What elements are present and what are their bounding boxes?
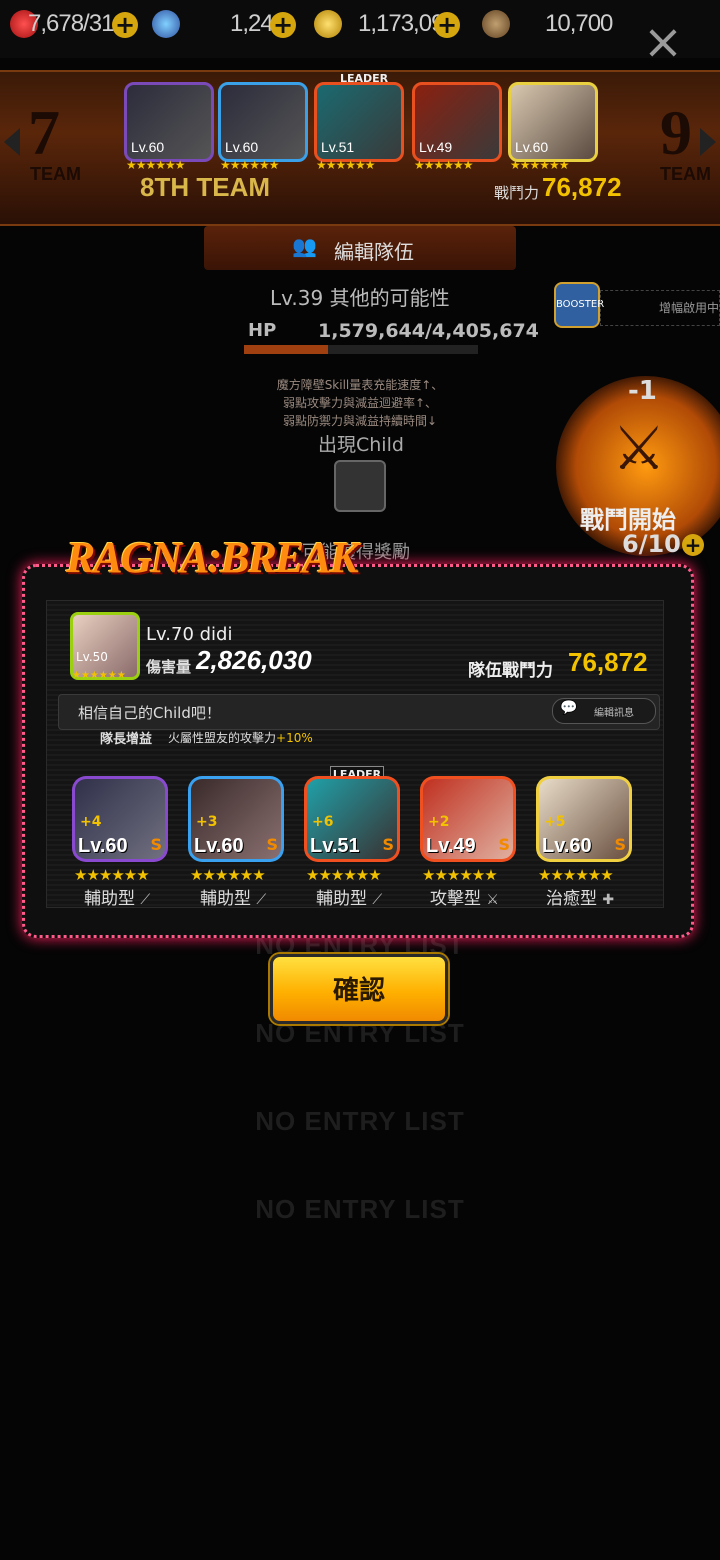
speech-bubble-icon: 💬 xyxy=(560,700,578,716)
leader-buff-desc: 火屬性盟友的攻擊力+10% xyxy=(168,731,313,745)
team-power-label: 隊伍戰鬥力 xyxy=(468,661,553,681)
team-member-stars: ★★★★★★ xyxy=(414,158,474,172)
team-members-icon: 👥 xyxy=(292,234,317,258)
player-name: Lv.70 didi xyxy=(146,624,233,645)
boss-skill-line: 弱點攻擊力與減益迴避率↑、 xyxy=(282,396,438,410)
wing-icon: ⟋ xyxy=(140,892,151,908)
wing-icon: ⟋ xyxy=(372,892,383,908)
party-member-type: 輔助型 ⟋ xyxy=(84,889,151,909)
party-member-3[interactable]: +6 Lv.51 S xyxy=(304,776,400,862)
team-member-1[interactable]: Lv.60 xyxy=(124,82,214,162)
add-stamina-button[interactable]: + xyxy=(112,12,138,38)
team-member-stars: ★★★★★★ xyxy=(316,158,376,172)
booster-status: 增幅啟用中 xyxy=(600,290,720,326)
boss-hp-label: HP xyxy=(248,320,277,341)
team-name: 8TH TEAM xyxy=(140,172,270,202)
ragna-break-logo: RAGNA:BREAK xyxy=(66,533,359,582)
damage-label: 傷害量 xyxy=(146,658,192,676)
party-member-type: 治癒型 ✚ xyxy=(546,889,615,909)
add-battle-count-button[interactable]: + xyxy=(682,534,704,556)
no-entry-row: NO ENTRY LIST xyxy=(255,1106,465,1136)
team-member-4[interactable]: Lv.49 xyxy=(412,82,502,162)
battle-count: 6/10 xyxy=(622,530,681,558)
boss-level-name: Lv.39 其他的可能性 xyxy=(270,286,450,310)
booster-icon[interactable]: BOOSTER xyxy=(554,282,604,328)
crossed-swords-icon: ⚔ xyxy=(612,414,666,484)
party-member-5[interactable]: +5 Lv.60 S xyxy=(536,776,632,862)
crystal-icon xyxy=(152,10,180,38)
team-member-stars: ★★★★★★ xyxy=(220,158,280,172)
next-team-label: TEAM xyxy=(660,164,711,184)
header-leader-badge: LEADER xyxy=(340,72,389,85)
edit-team-label: 編輯隊伍 xyxy=(334,240,414,264)
add-gold-button[interactable]: + xyxy=(434,12,460,38)
team-member-2[interactable]: Lv.60 xyxy=(218,82,308,162)
prev-team-arrow-icon[interactable] xyxy=(4,128,20,156)
party-member-stars: ★★★★★★ xyxy=(306,866,382,884)
party-member-type: 輔助型 ⟋ xyxy=(200,889,267,909)
team-member-5[interactable]: Lv.60 xyxy=(508,82,598,162)
next-team-number[interactable]: 9 xyxy=(660,96,692,170)
no-entry-row: NO ENTRY LIST xyxy=(255,1194,465,1224)
party-member-2[interactable]: +3 Lv.60 S xyxy=(188,776,284,862)
team-member-stars: ★★★★★★ xyxy=(126,158,186,172)
prev-team-label: TEAM xyxy=(30,164,81,184)
party-member-stars: ★★★★★★ xyxy=(74,866,150,884)
team-member-stars: ★★★★★★ xyxy=(510,158,570,172)
team-member-3[interactable]: Lv.51 xyxy=(314,82,404,162)
prev-team-number[interactable]: 7 xyxy=(28,96,60,170)
child-portrait[interactable] xyxy=(334,460,386,512)
close-icon[interactable]: × xyxy=(640,18,686,68)
party-member-stars: ★★★★★★ xyxy=(190,866,266,884)
child-appear-label: 出現Child xyxy=(318,434,404,456)
party-member-type: 輔助型 ⟋ xyxy=(316,889,383,909)
confirm-label: 確認 xyxy=(332,976,385,1006)
boss-hp-bar-fill xyxy=(244,345,328,354)
medal-icon xyxy=(482,10,510,38)
boss-hp-value: 1,579,644/4,405,674 xyxy=(318,320,539,342)
heal-cross-icon: ✚ xyxy=(602,892,615,908)
party-member-stars: ★★★★★★ xyxy=(422,866,498,884)
add-gems-button[interactable]: + xyxy=(270,12,296,38)
avatar-level: Lv.50 xyxy=(76,650,108,664)
next-team-arrow-icon[interactable] xyxy=(700,128,716,156)
edit-message-label: 編輯訊息 xyxy=(594,708,634,719)
avatar-stars: ★★★★★★ xyxy=(72,670,126,681)
party-member-type: 攻擊型 ⚔ xyxy=(430,889,499,909)
coin-icon xyxy=(314,10,342,38)
crossed-swords-icon: ⚔ xyxy=(486,892,499,908)
team-power-value: 76,872 xyxy=(568,647,648,677)
leader-buff-pct: +10% xyxy=(276,731,313,745)
team-power-value: 76,872 xyxy=(542,172,622,202)
player-message: 相信自己的Child吧！ xyxy=(78,704,221,722)
battle-stamina-cost: -1 xyxy=(628,376,657,406)
boss-skill-line: 弱點防禦力與減益持續時間↓ xyxy=(282,414,438,428)
party-member-stars: ★★★★★★ xyxy=(538,866,614,884)
party-member-1[interactable]: +4 Lv.60 S xyxy=(72,776,168,862)
wing-icon: ⟋ xyxy=(256,892,267,908)
damage-value: 2,826,030 xyxy=(196,645,312,675)
medals-value: 10,700 xyxy=(545,10,613,37)
leader-buff-label: 隊長增益 xyxy=(100,732,153,747)
boss-skill-line: 魔方障壁Skill量表充能速度↑、 xyxy=(276,378,444,392)
team-power-label: 戰鬥力 xyxy=(494,184,540,202)
party-member-4[interactable]: +2 Lv.49 S xyxy=(420,776,516,862)
